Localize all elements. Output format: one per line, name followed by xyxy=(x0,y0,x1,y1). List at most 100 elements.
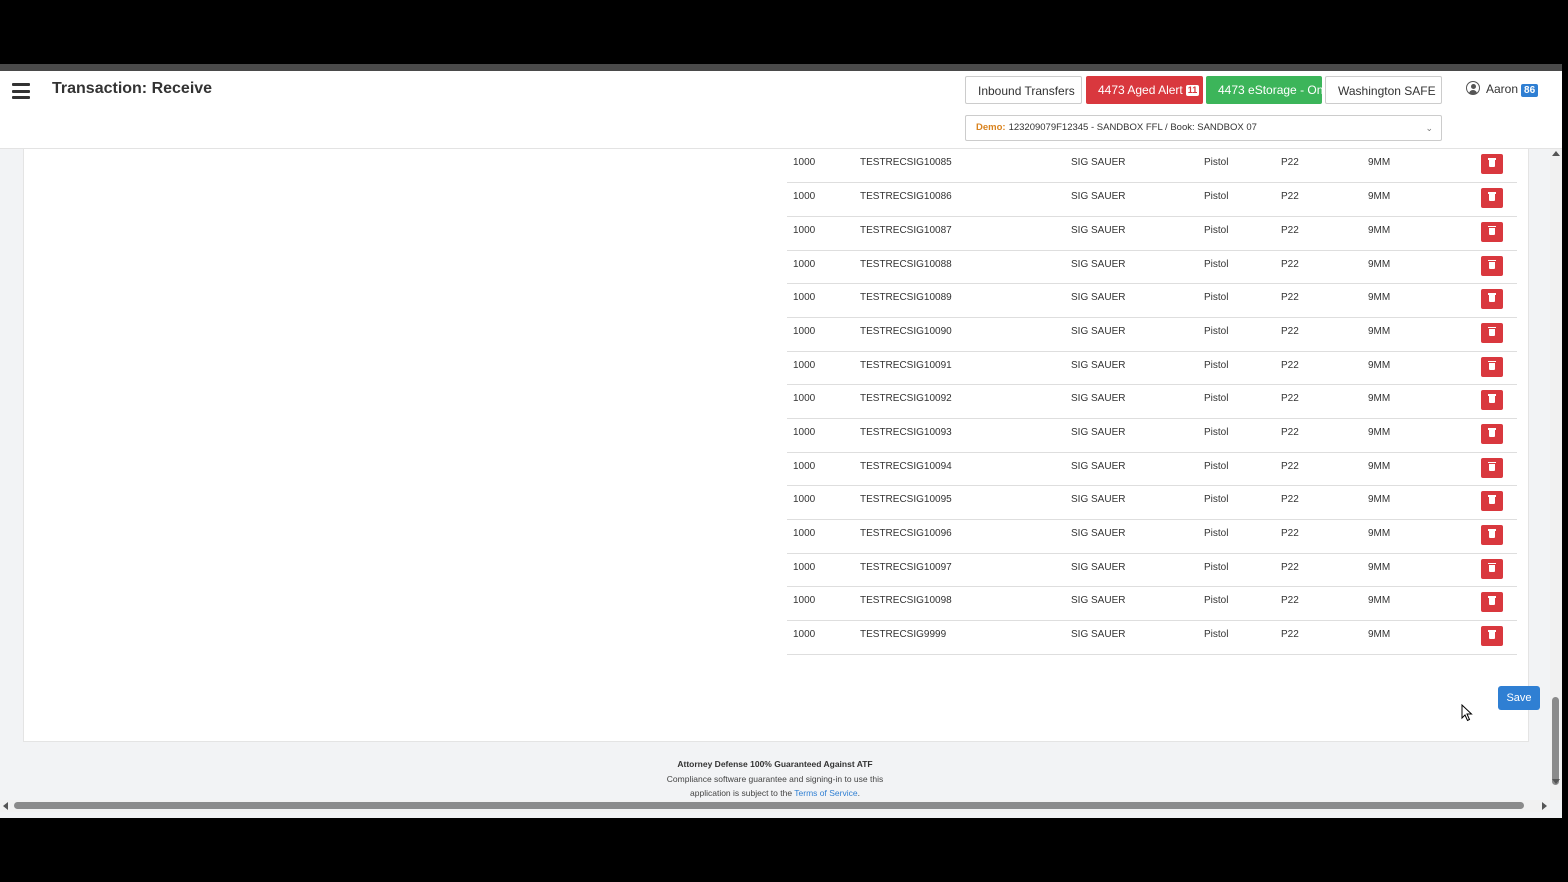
cell-model: P22 xyxy=(1281,216,1368,251)
delete-row-button[interactable] xyxy=(1481,255,1503,276)
cell-model: P22 xyxy=(1281,250,1368,285)
footer-line-2: application is subject to the Terms of S… xyxy=(600,786,950,800)
cell-serial: TESTRECSIG10092 xyxy=(860,384,1071,419)
scroll-right-icon[interactable] xyxy=(1542,802,1547,810)
delete-row-button[interactable] xyxy=(1481,558,1503,579)
table-row: 1000 TESTRECSIG10093 SIG SAUER Pistol P22 9MM xyxy=(787,418,1517,453)
washington-safe-button[interactable]: Washington SAFE xyxy=(1325,76,1442,104)
user-menu[interactable]: Aaron 86 xyxy=(1466,81,1539,101)
delete-row-button[interactable] xyxy=(1481,188,1503,209)
cell-type: Pistol xyxy=(1204,519,1281,554)
cell-quantity: 1000 xyxy=(787,586,860,622)
save-button[interactable]: Save xyxy=(1498,686,1540,710)
delete-row-button[interactable] xyxy=(1481,424,1503,444)
cell-serial: TESTRECSIG10094 xyxy=(860,452,1071,487)
cell-actions xyxy=(1481,553,1517,588)
cell-actions xyxy=(1481,351,1517,386)
cell-caliber: 9MM xyxy=(1368,620,1481,655)
cell-type: Pistol xyxy=(1204,149,1281,184)
delete-row-button[interactable] xyxy=(1481,356,1503,377)
delete-row-button[interactable] xyxy=(1481,457,1503,478)
cell-quantity: 1000 xyxy=(787,418,860,453)
cell-quantity: 1000 xyxy=(787,317,860,352)
cell-caliber: 9MM xyxy=(1368,452,1481,487)
main-content: 1000 TESTRECSIG10085 SIG SAUER Pistol P22 9MM… xyxy=(0,149,1550,800)
estorage-button[interactable]: 4473 eStorage - On xyxy=(1206,76,1323,104)
delete-row-button[interactable] xyxy=(1481,592,1503,613)
delete-row-button[interactable] xyxy=(1481,289,1503,310)
table-row: 1000 TESTRECSIG10086 SIG SAUER Pistol P22 9MM xyxy=(787,182,1517,217)
cell-caliber: 9MM xyxy=(1368,182,1481,217)
cell-model: P22 xyxy=(1281,418,1368,453)
cell-model: P22 xyxy=(1281,317,1368,352)
cell-caliber: 9MM xyxy=(1368,384,1481,419)
book-select[interactable]: Demo: 123209079F12345 - SANDBOX FFL / Boo… xyxy=(965,115,1442,141)
table-row: 1000 TESTRECSIG10095 SIG SAUER Pistol P22 9MM xyxy=(787,485,1517,521)
table-row: 1000 TESTRECSIG9999 SIG SAUER Pistol P22 9MM xyxy=(787,620,1517,655)
table-row: 1000 TESTRECSIG10088 SIG SAUER Pistol P22 9MM xyxy=(787,250,1517,285)
cell-serial: TESTRECSIG10088 xyxy=(860,250,1071,285)
cell-caliber: 9MM xyxy=(1368,283,1481,318)
cell-manufacturer: SIG SAUER xyxy=(1071,553,1204,588)
cell-model: P22 xyxy=(1281,620,1368,655)
cell-type: Pistol xyxy=(1204,553,1281,588)
cell-manufacturer: SIG SAUER xyxy=(1071,250,1204,285)
cell-quantity: 1000 xyxy=(787,149,860,184)
cell-manufacturer: SIG SAUER xyxy=(1071,317,1204,352)
delete-row-button[interactable] xyxy=(1481,221,1503,242)
aged-alert-count-badge: 11 xyxy=(1185,85,1200,96)
footer: Attorney Defense 100% Guaranteed Against… xyxy=(600,757,950,800)
horizontal-scrollbar[interactable] xyxy=(0,800,1550,812)
cell-serial: TESTRECSIG10095 xyxy=(860,485,1071,521)
table-row: 1000 TESTRECSIG10087 SIG SAUER Pistol P22 9MM xyxy=(787,216,1517,251)
horizontal-scroll-thumb[interactable] xyxy=(14,802,1524,809)
delete-row-button[interactable] xyxy=(1481,491,1503,512)
scroll-down-icon[interactable] xyxy=(1552,779,1560,784)
cell-manufacturer: SIG SAUER xyxy=(1071,519,1204,554)
table-row: 1000 TESTRECSIG10096 SIG SAUER Pistol P22 9MM xyxy=(787,519,1517,554)
cell-model: P22 xyxy=(1281,182,1368,217)
cell-model: P22 xyxy=(1281,351,1368,386)
cell-manufacturer: SIG SAUER xyxy=(1071,351,1204,386)
cell-caliber: 9MM xyxy=(1368,553,1481,588)
cell-type: Pistol xyxy=(1204,317,1281,352)
cell-serial: TESTRECSIG10086 xyxy=(860,182,1071,217)
cell-serial: TESTRECSIG10097 xyxy=(860,553,1071,588)
cell-serial: TESTRECSIG10090 xyxy=(860,317,1071,352)
cell-manufacturer: SIG SAUER xyxy=(1071,182,1204,217)
delete-row-button[interactable] xyxy=(1481,390,1503,411)
delete-row-button[interactable] xyxy=(1481,154,1503,174)
cell-actions xyxy=(1481,519,1517,554)
delete-row-button[interactable] xyxy=(1481,525,1503,546)
cell-quantity: 1000 xyxy=(787,553,860,588)
cell-type: Pistol xyxy=(1204,283,1281,318)
app-screen: Transaction: Receive Inbound Transfers 4… xyxy=(0,64,1562,818)
terms-of-service-link[interactable]: Terms of Service xyxy=(794,788,857,798)
cell-quantity: 1000 xyxy=(787,351,860,386)
cell-quantity: 1000 xyxy=(787,250,860,285)
vertical-scrollbar[interactable] xyxy=(1550,149,1562,800)
cell-type: Pistol xyxy=(1204,384,1281,419)
cell-type: Pistol xyxy=(1204,351,1281,386)
delete-row-button[interactable] xyxy=(1481,626,1503,647)
cell-actions xyxy=(1481,216,1517,251)
vertical-scroll-thumb[interactable] xyxy=(1552,697,1559,785)
cell-caliber: 9MM xyxy=(1368,519,1481,554)
cell-model: P22 xyxy=(1281,586,1368,622)
menu-icon[interactable] xyxy=(12,83,30,99)
cell-quantity: 1000 xyxy=(787,283,860,318)
cell-type: Pistol xyxy=(1204,250,1281,285)
scroll-left-icon[interactable] xyxy=(3,802,8,810)
aged-alert-button[interactable]: 4473 Aged Alert 11 xyxy=(1086,76,1203,104)
inbound-transfers-button[interactable]: Inbound Transfers xyxy=(965,76,1082,104)
delete-row-button[interactable] xyxy=(1481,322,1503,343)
scroll-up-icon[interactable] xyxy=(1552,151,1560,156)
cell-serial: TESTRECSIG10089 xyxy=(860,283,1071,318)
cell-actions xyxy=(1481,452,1517,487)
cell-model: P22 xyxy=(1281,452,1368,487)
cell-model: P22 xyxy=(1281,553,1368,588)
cell-serial: TESTRECSIG10087 xyxy=(860,216,1071,251)
cell-model: P22 xyxy=(1281,485,1368,521)
cell-actions xyxy=(1481,586,1517,622)
cell-caliber: 9MM xyxy=(1368,485,1481,521)
